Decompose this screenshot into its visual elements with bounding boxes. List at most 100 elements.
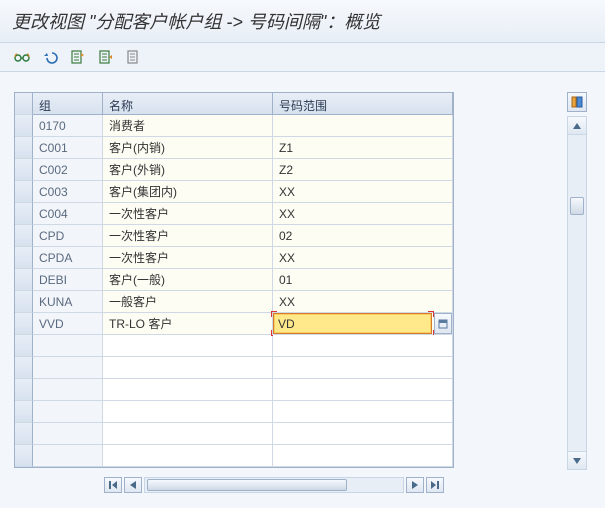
cell-range[interactable]: Z1 <box>273 137 453 159</box>
column-header-range[interactable]: 号码范围 <box>273 93 453 115</box>
cell-name[interactable]: 一次性客户 <box>103 203 273 225</box>
table-row: CPD一次性客户02 <box>15 225 453 247</box>
table-row-empty <box>15 401 453 423</box>
row-handle[interactable] <box>15 181 33 203</box>
row-handle[interactable] <box>15 203 33 225</box>
column-header-group[interactable]: 组 <box>33 93 103 115</box>
cell-empty[interactable] <box>103 445 273 467</box>
cell-empty[interactable] <box>273 423 453 445</box>
main-panel: 组 名称 号码范围 0170消费者C001客户(内销)Z1C002客户(外销)Z… <box>0 72 605 508</box>
cell-empty[interactable] <box>103 401 273 423</box>
row-handle[interactable] <box>15 335 33 357</box>
cell-name[interactable]: 客户(外销) <box>103 159 273 181</box>
cell-range[interactable] <box>273 115 453 137</box>
cell-group[interactable]: VVD <box>33 313 103 335</box>
cell-group[interactable]: CPDA <box>33 247 103 269</box>
horizontal-scroll-track[interactable] <box>144 477 404 493</box>
cell-group[interactable]: 0170 <box>33 115 103 137</box>
cell-group[interactable]: CPD <box>33 225 103 247</box>
table-row-empty <box>15 445 453 467</box>
delete-entry-icon[interactable] <box>126 49 142 65</box>
cell-empty[interactable] <box>33 401 103 423</box>
cell-empty[interactable] <box>33 423 103 445</box>
table-row: C004一次性客户XX <box>15 203 453 225</box>
row-handle[interactable] <box>15 247 33 269</box>
cell-empty[interactable] <box>273 379 453 401</box>
cell-empty[interactable] <box>273 401 453 423</box>
cell-empty[interactable] <box>33 379 103 401</box>
cell-range[interactable]: Z2 <box>273 159 453 181</box>
cell-empty[interactable] <box>273 335 453 357</box>
cell-range[interactable]: 01 <box>273 269 453 291</box>
cell-empty[interactable] <box>33 445 103 467</box>
cell-group[interactable]: C004 <box>33 203 103 225</box>
new-entry-icon[interactable] <box>70 49 86 65</box>
cell-empty[interactable] <box>103 423 273 445</box>
glasses-icon[interactable] <box>14 49 30 65</box>
cell-group[interactable]: C001 <box>33 137 103 159</box>
row-handle[interactable] <box>15 225 33 247</box>
row-handle[interactable] <box>15 115 33 137</box>
table-row: VVDTR-LO 客户VD <box>15 313 453 335</box>
undo-icon[interactable] <box>42 49 58 65</box>
cell-empty[interactable] <box>33 335 103 357</box>
row-handle[interactable] <box>15 269 33 291</box>
cell-empty[interactable] <box>273 445 453 467</box>
cell-group[interactable]: C003 <box>33 181 103 203</box>
cell-range[interactable]: XX <box>273 291 453 313</box>
row-handle[interactable] <box>15 291 33 313</box>
table-row: 0170消费者 <box>15 115 453 137</box>
scroll-left-button[interactable] <box>124 477 142 493</box>
table-row-empty <box>15 357 453 379</box>
table-row: CPDA一次性客户XX <box>15 247 453 269</box>
scroll-right-button[interactable] <box>406 477 424 493</box>
cell-range[interactable]: XX <box>273 247 453 269</box>
table-row: C003客户(集团内)XX <box>15 181 453 203</box>
cell-name[interactable]: 客户(集团内) <box>103 181 273 203</box>
cell-empty[interactable] <box>273 357 453 379</box>
row-handle[interactable] <box>15 423 33 445</box>
value-help-button[interactable] <box>434 313 452 334</box>
cell-name[interactable]: TR-LO 客户 <box>103 313 273 335</box>
scroll-last-button[interactable] <box>426 477 444 493</box>
cell-group[interactable]: C002 <box>33 159 103 181</box>
cell-group[interactable]: KUNA <box>33 291 103 313</box>
select-all-handle[interactable] <box>15 93 33 115</box>
table-row-empty <box>15 423 453 445</box>
cell-name[interactable]: 一次性客户 <box>103 225 273 247</box>
table-row: C002客户(外销)Z2 <box>15 159 453 181</box>
column-header-name[interactable]: 名称 <box>103 93 273 115</box>
cell-range[interactable]: XX <box>273 203 453 225</box>
table-row: C001客户(内销)Z1 <box>15 137 453 159</box>
row-handle[interactable] <box>15 401 33 423</box>
row-handle[interactable] <box>15 379 33 401</box>
row-handle[interactable] <box>15 445 33 467</box>
grid-header: 组 名称 号码范围 <box>15 93 453 115</box>
horizontal-scrollbar <box>14 476 591 494</box>
cell-range[interactable]: 02 <box>273 225 453 247</box>
horizontal-scroll-thumb[interactable] <box>147 479 347 491</box>
cell-empty[interactable] <box>103 379 273 401</box>
cell-range[interactable]: XX <box>273 181 453 203</box>
cell-name[interactable]: 客户(内销) <box>103 137 273 159</box>
row-handle[interactable] <box>15 159 33 181</box>
table-row: DEBI客户(一般)01 <box>15 269 453 291</box>
cell-name[interactable]: 一次性客户 <box>103 247 273 269</box>
cell-range[interactable]: VD <box>273 313 453 335</box>
cell-empty[interactable] <box>33 357 103 379</box>
window-title: 更改视图 "分配客户帐户组 -> 号码间隔"：概览 <box>0 0 605 43</box>
cell-name[interactable]: 消费者 <box>103 115 273 137</box>
table-row-empty <box>15 335 453 357</box>
cell-empty[interactable] <box>103 357 273 379</box>
copy-entry-icon[interactable] <box>98 49 114 65</box>
row-handle[interactable] <box>15 357 33 379</box>
cell-name[interactable]: 一般客户 <box>103 291 273 313</box>
row-handle[interactable] <box>15 137 33 159</box>
cell-empty[interactable] <box>103 335 273 357</box>
scroll-first-button[interactable] <box>104 477 122 493</box>
data-grid: 组 名称 号码范围 0170消费者C001客户(内销)Z1C002客户(外销)Z… <box>14 92 454 468</box>
cell-name[interactable]: 客户(一般) <box>103 269 273 291</box>
range-input-active[interactable]: VD <box>273 313 432 334</box>
row-handle[interactable] <box>15 313 33 335</box>
cell-group[interactable]: DEBI <box>33 269 103 291</box>
